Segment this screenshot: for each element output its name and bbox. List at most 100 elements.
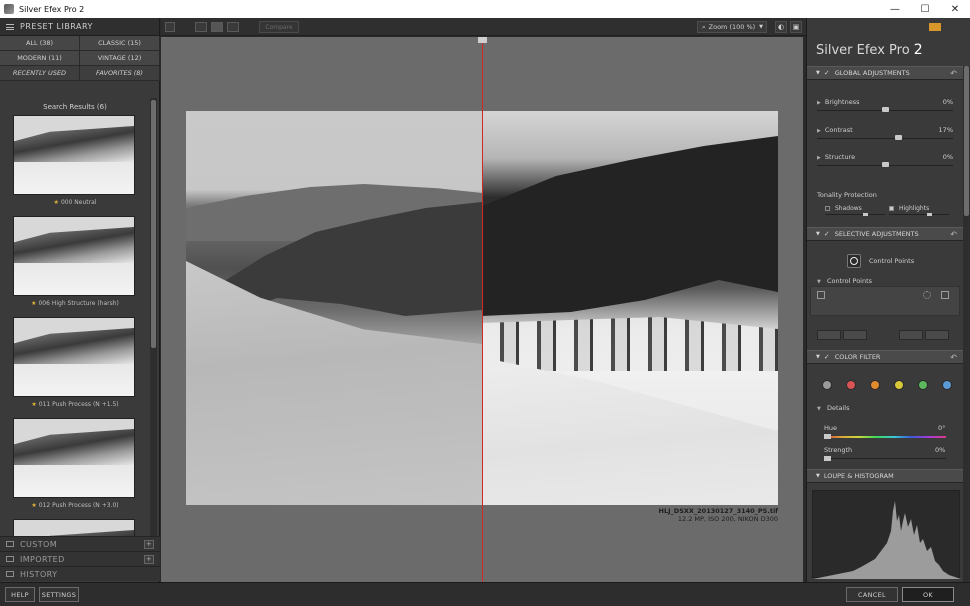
control-points-list[interactable] [810, 286, 960, 316]
category-modern[interactable]: MODERN (11) [0, 51, 80, 66]
zoom-select[interactable]: ⌕ Zoom (100 %) ▼ [697, 21, 767, 33]
brightness-slider[interactable]: ▶ Brightness 0% [817, 98, 953, 120]
add-control-point-button[interactable]: Control Points [847, 254, 914, 268]
category-recently-used[interactable]: RECENTLY USED [0, 66, 80, 81]
star-icon[interactable]: ★ [54, 199, 59, 206]
shadows-handle[interactable] [863, 213, 868, 216]
image-canvas[interactable]: HLJ_DSXX_20130127_3140_PS.tif 12.2 MP, I… [161, 37, 803, 582]
filter-green[interactable] [918, 380, 928, 390]
shadows-track[interactable] [825, 214, 885, 215]
filter-blue[interactable] [942, 380, 952, 390]
reset-icon[interactable]: ↶ [950, 353, 957, 362]
highlights-handle[interactable] [927, 213, 932, 216]
add-custom-icon[interactable]: + [144, 540, 154, 549]
highlights-track[interactable] [889, 214, 949, 215]
category-favorites[interactable]: FAVORITES (8) [80, 66, 160, 81]
shadows-toggle[interactable]: Shadows [825, 204, 885, 213]
chevron-right-icon[interactable]: ▶ [817, 155, 821, 161]
image-filename: HLJ_DSXX_20130127_3140_PS.tif [658, 507, 778, 515]
split-divider[interactable] [482, 37, 483, 582]
show-points-icon[interactable] [923, 291, 931, 299]
toggle-library-icon[interactable] [165, 22, 175, 32]
duplicate-icon[interactable] [941, 291, 949, 299]
side-by-side-icon[interactable] [227, 22, 239, 32]
color-filter-header[interactable]: ▼ ✓ COLOR FILTER ↶ [807, 350, 963, 364]
preset-item[interactable]: ★ 000 Neutral [0, 115, 150, 216]
list-icon[interactable] [817, 291, 825, 299]
shadows-label: Shadows [835, 205, 862, 212]
group-button[interactable] [817, 330, 841, 340]
copy-point-button[interactable] [899, 330, 923, 340]
check-icon[interactable]: ✓ [824, 69, 830, 77]
close-icon[interactable]: ✕ [940, 0, 970, 18]
preset-item[interactable]: ★ 012 Push Process (N +3.0) [0, 418, 150, 519]
ok-button[interactable]: OK [902, 587, 954, 602]
panel-toggle-icon[interactable]: ▣ [790, 21, 802, 33]
filter-yellow[interactable] [894, 380, 904, 390]
star-icon[interactable]: ★ [31, 502, 36, 509]
preset-list-scrollbar[interactable] [150, 98, 157, 552]
maximize-icon[interactable]: ☐ [910, 0, 940, 18]
chevron-down-icon: ▼ [817, 406, 821, 412]
section-history[interactable]: HISTORY [0, 566, 160, 581]
filter-orange[interactable] [870, 380, 880, 390]
star-icon[interactable]: ★ [31, 401, 36, 408]
preset-item[interactable]: ★ 006 High Structure (harsh) [0, 216, 150, 317]
single-view-icon[interactable] [195, 22, 207, 32]
chevron-right-icon[interactable]: ▶ [817, 100, 821, 106]
category-vintage[interactable]: VINTAGE (12) [80, 51, 160, 66]
category-classic[interactable]: CLASSIC (15) [80, 36, 160, 51]
preset-library-title: PRESET LIBRARY [20, 22, 93, 31]
check-icon[interactable]: ✓ [824, 353, 830, 361]
strength-handle[interactable] [824, 456, 831, 461]
reset-icon[interactable]: ↶ [950, 230, 957, 239]
filter-red[interactable] [846, 380, 856, 390]
filter-neutral[interactable] [822, 380, 832, 390]
selective-adjustments-header[interactable]: ▼ ✓ SELECTIVE ADJUSTMENTS ↶ [807, 227, 963, 241]
loupe-histogram-header[interactable]: ▼ LOUPE & HISTOGRAM [807, 469, 963, 483]
minimize-icon[interactable]: — [880, 0, 910, 18]
details-header[interactable]: ▼ Details [817, 404, 849, 412]
delete-point-button[interactable] [925, 330, 949, 340]
category-all[interactable]: ALL (38) [0, 36, 80, 51]
background-toggle-icon[interactable]: ◐ [775, 21, 787, 33]
search-results-title: Search Results (6) [43, 103, 107, 111]
original-half [186, 111, 482, 505]
add-imported-icon[interactable]: + [144, 555, 154, 564]
scrollbar-thumb[interactable] [964, 66, 969, 216]
control-points-list-header[interactable]: ▼ Control Points [817, 277, 872, 285]
cancel-button[interactable]: CANCEL [846, 587, 898, 602]
contrast-slider[interactable]: ▶ Contrast 17% [817, 126, 953, 148]
preset-library-header[interactable]: PRESET LIBRARY [0, 18, 159, 36]
structure-slider[interactable]: ▶ Structure 0% [817, 153, 953, 175]
divider-handle-icon[interactable] [478, 37, 487, 43]
strength-slider[interactable] [824, 458, 946, 459]
reset-icon[interactable]: ↶ [950, 69, 957, 78]
slider-handle[interactable] [881, 162, 889, 167]
highlights-toggle[interactable]: Highlights [889, 204, 949, 213]
slider-handle[interactable] [881, 107, 889, 112]
ungroup-button[interactable] [843, 330, 867, 340]
adjustments-scrollbar[interactable] [963, 66, 970, 586]
control-point-icon [847, 254, 861, 268]
hue-handle[interactable] [824, 434, 831, 439]
loupe-histogram-title: LOUPE & HISTOGRAM [823, 472, 894, 480]
compare-button[interactable]: Compare [259, 21, 299, 33]
slider-handle[interactable] [895, 135, 903, 140]
split-view-icon[interactable] [211, 22, 223, 32]
preset-thumbnail [13, 418, 135, 498]
global-adjustments-header[interactable]: ▼ ✓ GLOBAL ADJUSTMENTS ↶ [807, 66, 963, 80]
chevron-right-icon[interactable]: ▶ [817, 128, 821, 134]
help-button[interactable]: HELP [5, 587, 35, 602]
star-icon[interactable]: ★ [31, 300, 36, 307]
settings-button[interactable]: SETTINGS [39, 587, 79, 602]
hue-slider[interactable] [824, 436, 946, 438]
control-points-list-label: Control Points [826, 277, 873, 285]
check-icon[interactable]: ✓ [824, 230, 830, 238]
window-title: Silver Efex Pro 2 [19, 4, 85, 14]
section-custom[interactable]: CUSTOM + [0, 536, 160, 551]
window-controls: — ☐ ✕ [880, 0, 970, 18]
scrollbar-thumb[interactable] [151, 100, 156, 348]
section-imported[interactable]: IMPORTED + [0, 551, 160, 566]
preset-item[interactable]: ★ 011 Push Process (N +1.5) [0, 317, 150, 418]
